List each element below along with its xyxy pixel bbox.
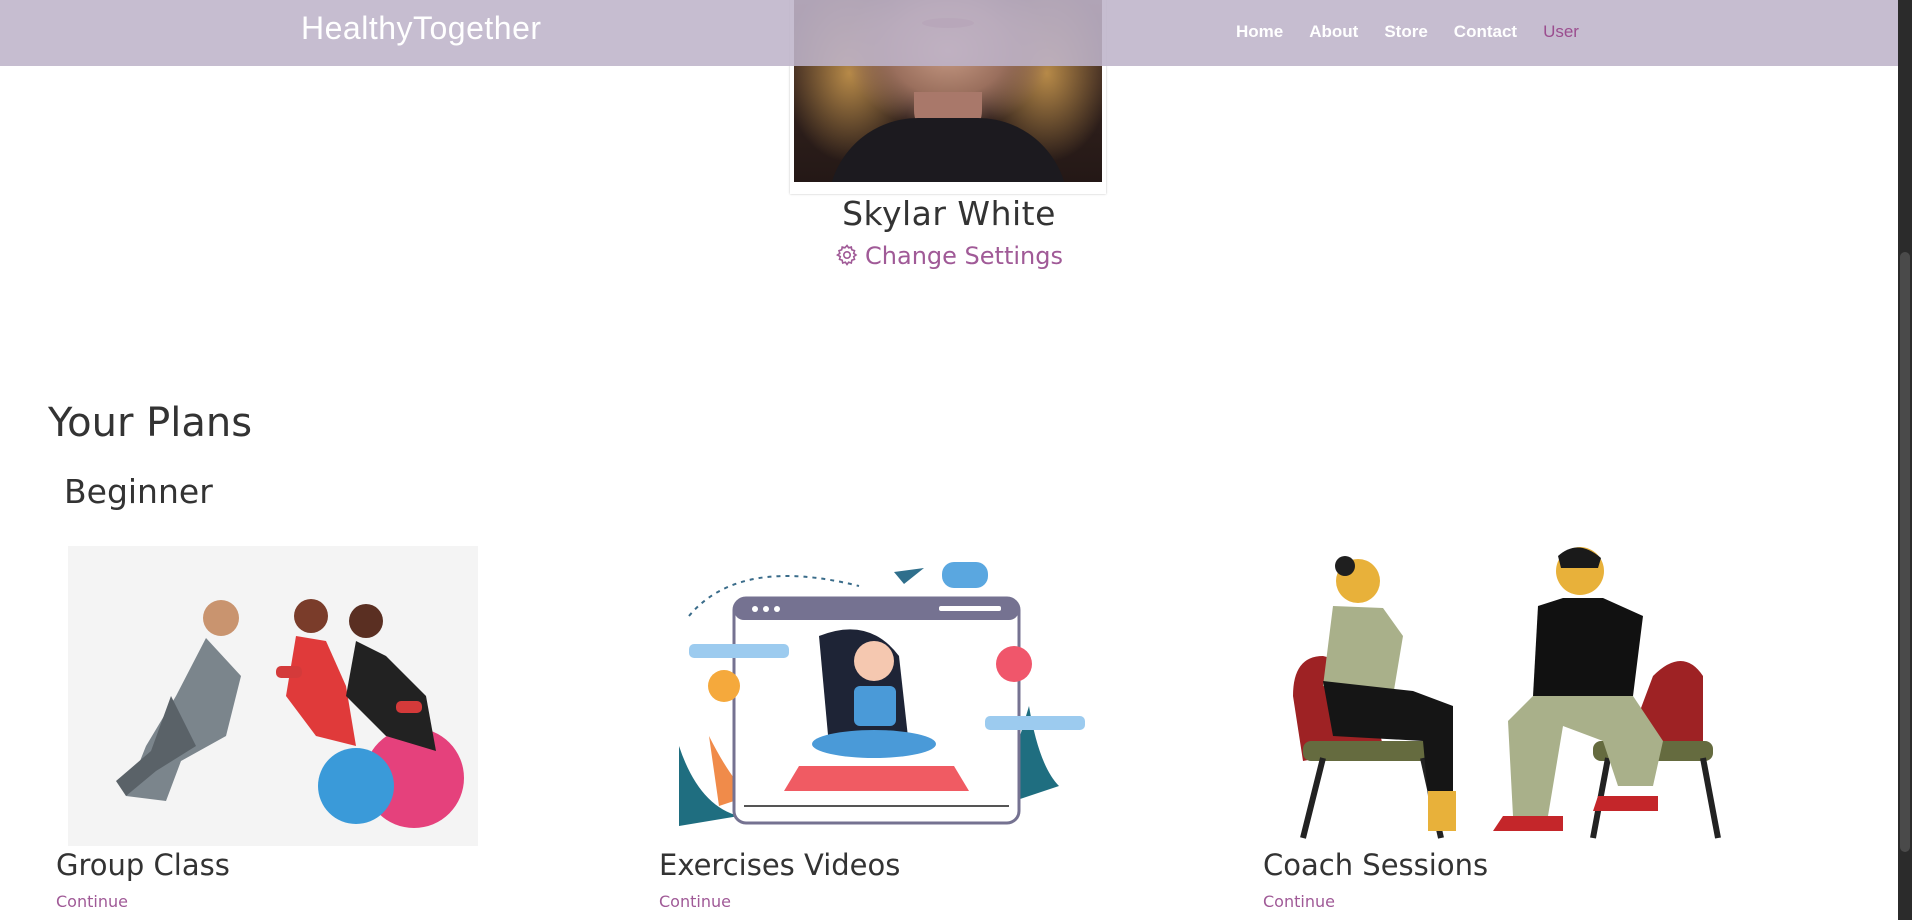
- continue-link[interactable]: Continue: [659, 892, 731, 911]
- continue-link[interactable]: Continue: [56, 892, 128, 911]
- section-title: Your Plans: [48, 400, 253, 446]
- group-class-image: [56, 546, 576, 848]
- gear-icon: [835, 243, 859, 273]
- brand-logo[interactable]: HealthyTogether: [301, 10, 542, 47]
- plan-card-group-class[interactable]: Group Class Continue: [56, 546, 576, 911]
- change-settings-link[interactable]: Change Settings: [0, 242, 1898, 273]
- plan-card-coach-sessions[interactable]: Coach Sessions Continue: [1263, 546, 1783, 911]
- nav-contact[interactable]: Contact: [1454, 22, 1517, 42]
- page: HealthyTogether Home About Store Contact…: [0, 0, 1898, 920]
- continue-link[interactable]: Continue: [1263, 892, 1335, 911]
- card-title: Exercises Videos: [659, 848, 901, 882]
- scrollbar-thumb[interactable]: [1900, 252, 1910, 852]
- nav-links: Home About Store Contact User: [1236, 22, 1605, 42]
- nav-about[interactable]: About: [1309, 22, 1358, 42]
- nav-store[interactable]: Store: [1384, 22, 1427, 42]
- coach-session-image: [1263, 546, 1783, 846]
- nav-user[interactable]: User: [1543, 22, 1579, 42]
- change-settings-label: Change Settings: [865, 242, 1063, 270]
- profile-name: Skylar White: [842, 194, 1056, 233]
- navbar: HealthyTogether Home About Store Contact…: [0, 0, 1898, 66]
- plan-card-exercises-videos[interactable]: Exercises Videos Continue: [659, 546, 1179, 911]
- card-title: Coach Sessions: [1263, 848, 1489, 882]
- exercise-video-image: [659, 546, 1179, 846]
- card-title: Group Class: [56, 848, 230, 882]
- page-scrollbar[interactable]: [1898, 0, 1912, 920]
- level-title: Beginner: [64, 472, 213, 511]
- nav-home[interactable]: Home: [1236, 22, 1283, 42]
